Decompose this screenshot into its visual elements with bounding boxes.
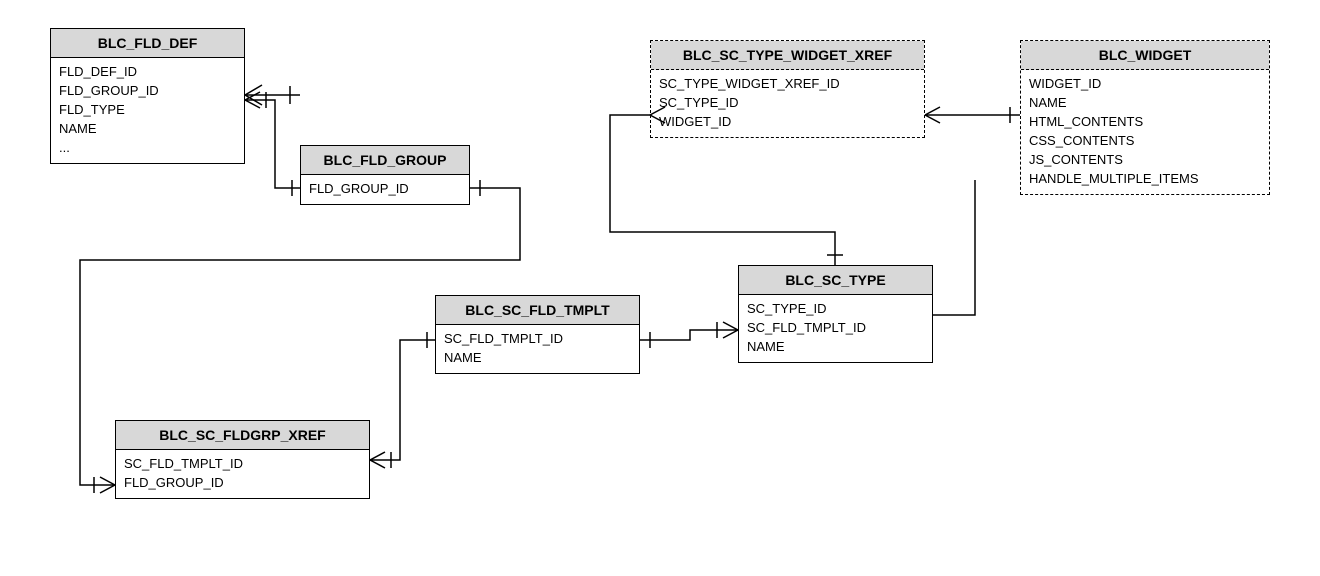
- entity-header: BLC_FLD_GROUP: [301, 146, 469, 175]
- entity-header: BLC_SC_FLDGRP_XREF: [116, 421, 369, 450]
- entity-blc-sc-fld-tmplt: BLC_SC_FLD_TMPLT SC_FLD_TMPLT_ID NAME: [435, 295, 640, 374]
- field: SC_FLD_TMPLT_ID: [444, 329, 631, 348]
- field: FLD_GROUP_ID: [309, 179, 461, 198]
- entity-blc-widget: BLC_WIDGET WIDGET_ID NAME HTML_CONTENTS …: [1020, 40, 1270, 195]
- entity-fields: WIDGET_ID NAME HTML_CONTENTS CSS_CONTENT…: [1021, 70, 1269, 194]
- field: FLD_DEF_ID: [59, 62, 236, 81]
- field: SC_TYPE_ID: [659, 93, 916, 112]
- field: ...: [59, 138, 236, 157]
- field: NAME: [444, 348, 631, 367]
- field: NAME: [59, 119, 236, 138]
- field: SC_FLD_TMPLT_ID: [747, 318, 924, 337]
- entity-header: BLC_SC_FLD_TMPLT: [436, 296, 639, 325]
- entity-fields: FLD_DEF_ID FLD_GROUP_ID FLD_TYPE NAME ..…: [51, 58, 244, 163]
- entity-header: BLC_WIDGET: [1021, 41, 1269, 70]
- entity-fields: FLD_GROUP_ID: [301, 175, 469, 204]
- entity-fields: SC_TYPE_ID SC_FLD_TMPLT_ID NAME: [739, 295, 932, 362]
- entity-blc-fld-group: BLC_FLD_GROUP FLD_GROUP_ID: [300, 145, 470, 205]
- field: SC_FLD_TMPLT_ID: [124, 454, 361, 473]
- entity-fields: SC_TYPE_WIDGET_XREF_ID SC_TYPE_ID WIDGET…: [651, 70, 924, 137]
- field: HTML_CONTENTS: [1029, 112, 1261, 131]
- entity-fields: SC_FLD_TMPLT_ID NAME: [436, 325, 639, 373]
- field: FLD_TYPE: [59, 100, 236, 119]
- field: SC_TYPE_ID: [747, 299, 924, 318]
- entity-header: BLC_SC_TYPE_WIDGET_XREF: [651, 41, 924, 70]
- field: CSS_CONTENTS: [1029, 131, 1261, 150]
- field: FLD_GROUP_ID: [124, 473, 361, 492]
- field: NAME: [1029, 93, 1261, 112]
- entity-blc-sc-fldgrp-xref: BLC_SC_FLDGRP_XREF SC_FLD_TMPLT_ID FLD_G…: [115, 420, 370, 499]
- field: WIDGET_ID: [659, 112, 916, 131]
- field: JS_CONTENTS: [1029, 150, 1261, 169]
- field: WIDGET_ID: [1029, 74, 1261, 93]
- entity-fields: SC_FLD_TMPLT_ID FLD_GROUP_ID: [116, 450, 369, 498]
- field: NAME: [747, 337, 924, 356]
- field: SC_TYPE_WIDGET_XREF_ID: [659, 74, 916, 93]
- entity-blc-sc-type: BLC_SC_TYPE SC_TYPE_ID SC_FLD_TMPLT_ID N…: [738, 265, 933, 363]
- field: HANDLE_MULTIPLE_ITEMS: [1029, 169, 1261, 188]
- entity-header: BLC_FLD_DEF: [51, 29, 244, 58]
- entity-blc-sc-type-widget-xref: BLC_SC_TYPE_WIDGET_XREF SC_TYPE_WIDGET_X…: [650, 40, 925, 138]
- entity-header: BLC_SC_TYPE: [739, 266, 932, 295]
- field: FLD_GROUP_ID: [59, 81, 236, 100]
- entity-blc-fld-def: BLC_FLD_DEF FLD_DEF_ID FLD_GROUP_ID FLD_…: [50, 28, 245, 164]
